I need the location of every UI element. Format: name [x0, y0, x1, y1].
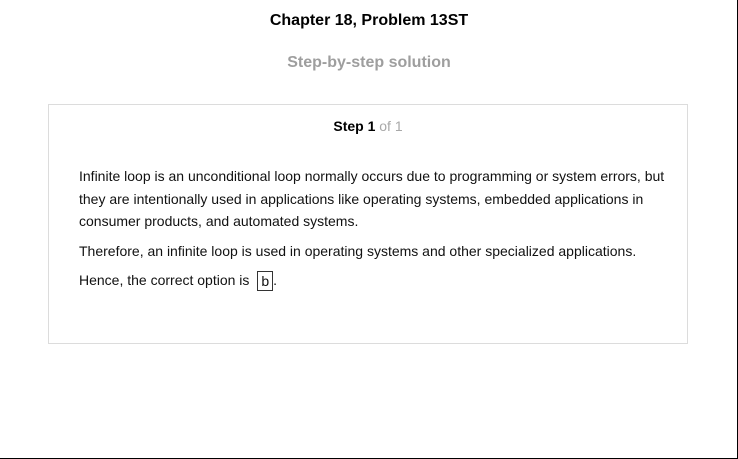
solution-paragraph-2: Therefore, an infinite loop is used in o…	[79, 242, 637, 259]
step-count: of 1	[379, 118, 403, 134]
solution-paragraph-1: Infinite loop is an unconditional loop n…	[79, 168, 665, 229]
step-header: Step 1 of 1	[49, 118, 687, 134]
answer-box: b	[257, 271, 274, 292]
solution-body: Infinite loop is an unconditional loop n…	[79, 165, 669, 299]
solution-subtitle: Step-by-step solution	[287, 54, 451, 71]
step-label: Step 1	[333, 118, 376, 134]
answer-suffix: .	[273, 272, 277, 288]
page-title: Chapter 18, Problem 13ST	[269, 12, 469, 29]
answer-prefix: Hence, the correct option is	[79, 272, 250, 288]
solution-paragraph-3: Hence, the correct option is b.	[79, 269, 669, 292]
solution-card: Step 1 of 1 Infinite loop is an uncondit…	[48, 104, 688, 344]
